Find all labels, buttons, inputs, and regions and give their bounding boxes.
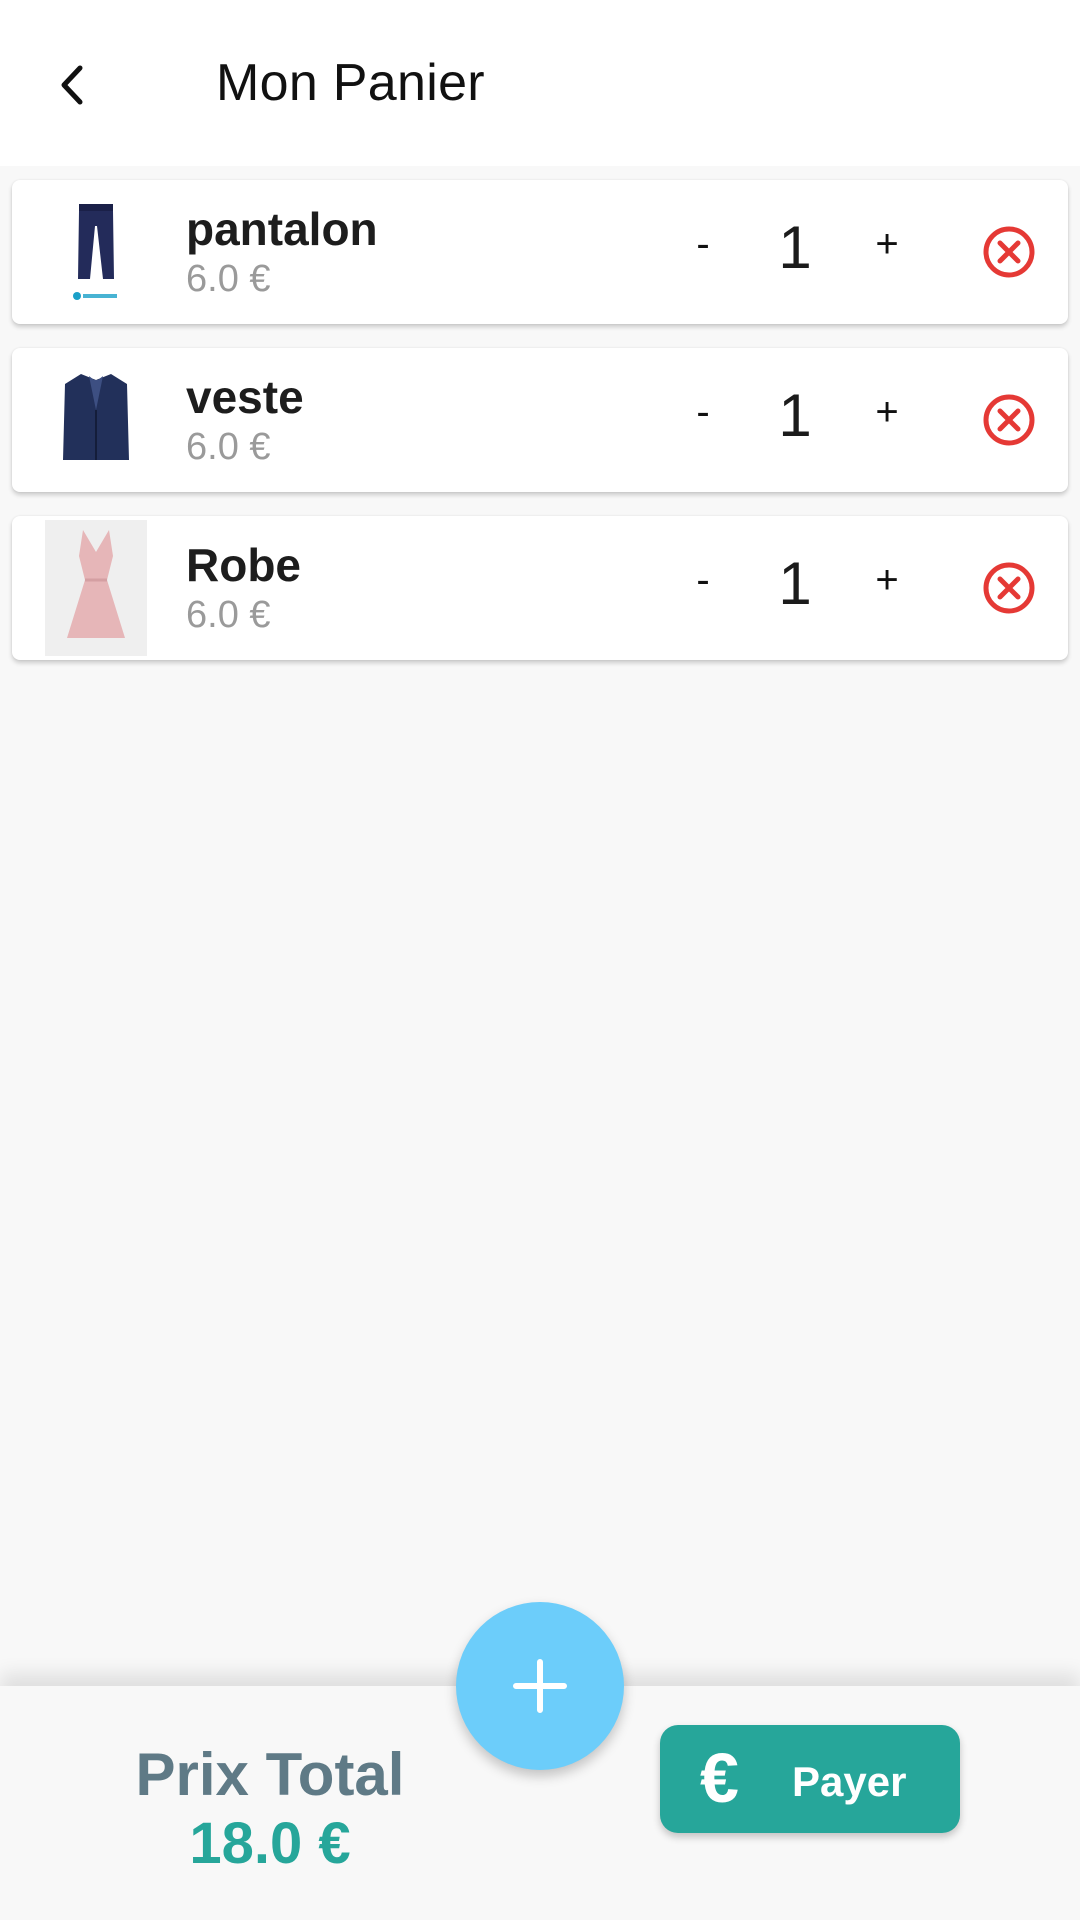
increment-button[interactable]: + bbox=[862, 214, 912, 274]
pay-button[interactable]: € Payer bbox=[660, 1725, 960, 1833]
remove-item-button[interactable] bbox=[981, 224, 1037, 280]
page-title: Mon Panier bbox=[216, 54, 485, 112]
cart-item[interactable]: pantalon 6.0 € - 1 + bbox=[12, 180, 1068, 324]
product-price: 6.0 € bbox=[186, 426, 271, 468]
chevron-left-icon bbox=[61, 65, 83, 105]
cart-item[interactable]: veste 6.0 € - 1 + bbox=[12, 348, 1068, 492]
product-image bbox=[45, 184, 147, 320]
plus-icon bbox=[513, 1659, 567, 1713]
quantity-value: 1 bbox=[778, 382, 812, 449]
app-bar: Mon Panier bbox=[0, 0, 1080, 166]
product-price: 6.0 € bbox=[186, 594, 271, 636]
product-name: veste bbox=[186, 371, 304, 423]
dress-icon bbox=[45, 520, 147, 656]
euro-icon: € bbox=[700, 1739, 739, 1817]
increment-button[interactable]: + bbox=[862, 550, 912, 610]
remove-item-button[interactable] bbox=[981, 560, 1037, 616]
product-name: pantalon bbox=[186, 203, 378, 255]
jacket-icon bbox=[63, 374, 129, 460]
add-item-fab[interactable] bbox=[456, 1602, 624, 1770]
cart-item[interactable]: Robe 6.0 € - 1 + bbox=[12, 516, 1068, 660]
quantity-value: 1 bbox=[778, 550, 812, 617]
decrement-button[interactable]: - bbox=[678, 550, 728, 610]
remove-circle-icon bbox=[983, 562, 1035, 614]
remove-circle-icon bbox=[983, 226, 1035, 278]
total-value: 18.0 € bbox=[189, 1811, 351, 1876]
cart-list: pantalon 6.0 € - 1 + veste 6.0 € - 1 + R… bbox=[12, 180, 1068, 684]
decrement-button[interactable]: - bbox=[678, 214, 728, 274]
remove-item-button[interactable] bbox=[981, 392, 1037, 448]
product-name: Robe bbox=[186, 539, 301, 591]
product-image bbox=[45, 520, 147, 656]
increment-button[interactable]: + bbox=[862, 382, 912, 442]
product-price: 6.0 € bbox=[186, 258, 271, 300]
total-label: Prix Total bbox=[135, 1741, 405, 1808]
pay-label: Payer bbox=[792, 1758, 907, 1805]
decrement-button[interactable]: - bbox=[678, 382, 728, 442]
quantity-value: 1 bbox=[778, 214, 812, 281]
pants-icon bbox=[73, 204, 117, 300]
product-image bbox=[45, 352, 147, 488]
back-button[interactable] bbox=[40, 50, 104, 120]
remove-circle-icon bbox=[983, 394, 1035, 446]
